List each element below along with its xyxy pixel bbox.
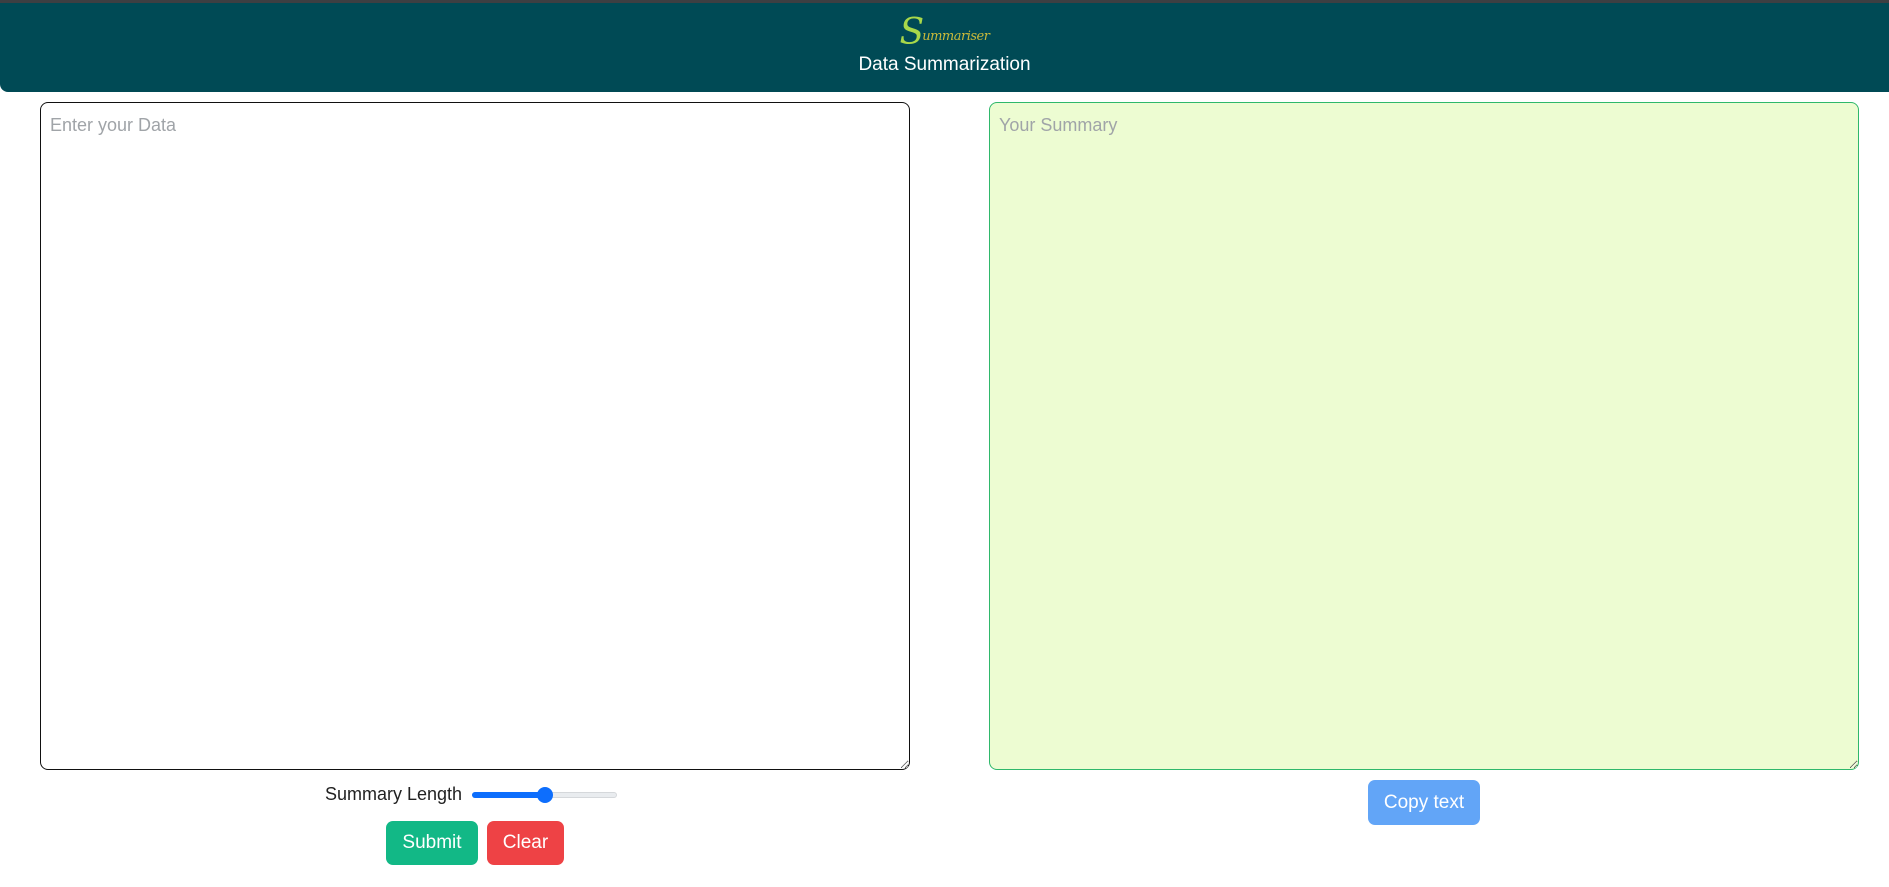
summary-length-label: Summary Length <box>325 784 463 804</box>
logo-text: ummariser <box>922 29 990 44</box>
page-title: Data Summarization <box>858 54 1031 75</box>
app-header: S ummariser Data Summarization <box>0 3 1889 92</box>
clear-button[interactable]: Clear <box>487 821 564 865</box>
logo-initial: S <box>899 12 925 53</box>
slider-fill <box>472 792 545 798</box>
summary-length-control: Summary Length <box>325 782 618 806</box>
summary-output-textarea[interactable] <box>989 102 1859 770</box>
slider-thumb[interactable] <box>536 787 553 803</box>
app-logo: S ummariser <box>900 15 990 51</box>
copy-text-button[interactable]: Copy text <box>1368 780 1480 825</box>
submit-button[interactable]: Submit <box>386 821 478 865</box>
data-input-textarea[interactable] <box>40 102 910 770</box>
summary-length-slider[interactable] <box>472 786 618 803</box>
